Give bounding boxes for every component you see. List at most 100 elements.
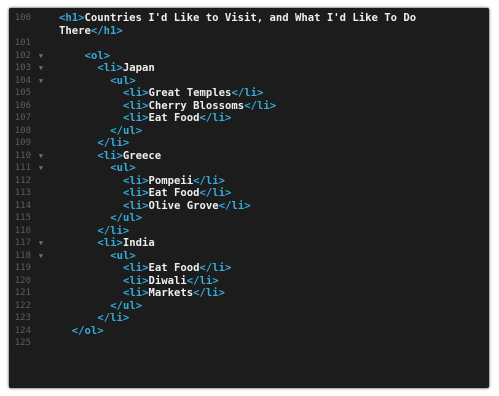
code-line[interactable]: 121 <li>Markets</li> bbox=[9, 287, 489, 300]
code-content: </ul> bbox=[110, 212, 142, 225]
fold-toggle-icon[interactable]: ▼ bbox=[36, 75, 46, 88]
html-tag-token: <li> bbox=[123, 87, 149, 99]
code-line[interactable]: 102 ▼ <ol> bbox=[9, 50, 489, 63]
line-number: 118 bbox=[14, 250, 31, 261]
text-token: Olive Grove bbox=[148, 199, 219, 212]
code-line[interactable]: 120 <li>Diwali</li> bbox=[9, 275, 489, 288]
code-line[interactable]: 115 </ul> bbox=[9, 212, 489, 225]
html-tag-token: <li> bbox=[97, 62, 123, 74]
code-line[interactable]: 105 <li>Great Temples</li> bbox=[9, 87, 489, 100]
code-line[interactable]: 103 ▼ <li>Japan bbox=[9, 62, 489, 75]
html-tag-token: <ol> bbox=[84, 49, 111, 62]
line-number: 111 bbox=[14, 163, 31, 173]
code-line[interactable]: 106 <li>Cherry Blossoms</li> bbox=[9, 100, 489, 113]
code-line[interactable]: 122 </ul> bbox=[9, 300, 489, 313]
code-line[interactable]: 117 ▼ <li>India bbox=[9, 237, 489, 250]
code-content: <li>Eat Food</li> bbox=[123, 262, 231, 275]
code-line[interactable]: 100 <h1>Countries I'd Like to Visit, and … bbox=[9, 12, 489, 25]
line-number: 114 bbox=[14, 200, 31, 211]
line-number: 117 bbox=[14, 238, 31, 248]
code-content: <li>Olive Grove</li> bbox=[123, 200, 251, 213]
code-content: <li>Eat Food</li> bbox=[123, 112, 231, 125]
code-line[interactable]: 104 ▼ <ul> bbox=[9, 75, 489, 88]
line-number: 110 bbox=[14, 150, 31, 161]
html-tag-token: </li> bbox=[199, 112, 232, 124]
html-tag-token: <ul> bbox=[110, 249, 136, 262]
line-number: 107 bbox=[14, 113, 31, 123]
code-content: </ul> bbox=[110, 125, 142, 138]
code-line[interactable]: 109 </li> bbox=[9, 137, 489, 150]
html-tag-token: <ul> bbox=[110, 162, 136, 174]
code-content: <li>Cherry Blossoms</li> bbox=[123, 100, 276, 113]
code-line[interactable]: 110 ▼ <li>Greece bbox=[9, 150, 489, 163]
text-token: Markets bbox=[148, 287, 194, 299]
code-line[interactable]: 114 <li>Olive Grove</li> bbox=[9, 200, 489, 213]
code-line[interactable]: 116 </li> bbox=[9, 225, 489, 238]
text-token: Eat Food bbox=[148, 262, 200, 274]
code-content: <li>Pompeii</li> bbox=[123, 175, 225, 188]
line-number: 106 bbox=[14, 100, 31, 111]
html-tag-token: <li> bbox=[123, 199, 149, 212]
code-line[interactable]: 113 <li>Eat Food</li> bbox=[9, 187, 489, 200]
line-number: 108 bbox=[14, 125, 31, 136]
code-editor[interactable]: 100 <h1>Countries I'd Like to Visit, and … bbox=[9, 8, 489, 388]
html-tag-token: <li> bbox=[123, 99, 149, 112]
line-number: 104 bbox=[14, 75, 31, 86]
html-tag-token: <ul> bbox=[110, 74, 136, 87]
html-tag-token: <li> bbox=[123, 287, 149, 299]
code-lines[interactable]: 100 <h1>Countries I'd Like to Visit, and … bbox=[9, 12, 489, 350]
html-tag-token: <li> bbox=[123, 174, 149, 187]
code-line[interactable]: There</h1> bbox=[9, 25, 489, 38]
fold-toggle-icon[interactable]: ▼ bbox=[36, 50, 46, 63]
text-token: Greece bbox=[122, 149, 162, 162]
fold-toggle-icon[interactable]: ▼ bbox=[36, 150, 46, 163]
code-line[interactable]: 101 bbox=[9, 37, 489, 50]
html-tag-token: </ol> bbox=[71, 324, 104, 337]
text-token: There bbox=[59, 24, 91, 37]
html-tag-token: </li> bbox=[199, 262, 232, 274]
code-line[interactable]: 124 </ol> bbox=[9, 325, 489, 338]
text-token: Diwali bbox=[148, 274, 187, 287]
code-content: <ol> bbox=[85, 50, 111, 63]
fold-toggle-icon[interactable]: ▼ bbox=[36, 162, 46, 175]
line-number: 112 bbox=[14, 175, 31, 186]
fold-toggle-icon[interactable]: ▼ bbox=[36, 62, 46, 75]
code-content: <ul> bbox=[110, 250, 136, 263]
code-line[interactable]: 119 <li>Eat Food</li> bbox=[9, 262, 489, 275]
text-token: Pompeii bbox=[148, 174, 194, 187]
line-number: 116 bbox=[14, 225, 31, 236]
html-tag-token: </ul> bbox=[110, 299, 143, 312]
html-tag-token: <li> bbox=[123, 262, 149, 274]
code-content: <ul> bbox=[110, 162, 136, 175]
code-content: <li>Eat Food</li> bbox=[123, 187, 231, 200]
code-line[interactable]: 111 ▼ <ul> bbox=[9, 162, 489, 175]
line-number: 115 bbox=[14, 213, 31, 223]
code-content: <li>Japan bbox=[97, 62, 154, 75]
code-line[interactable]: 108 </ul> bbox=[9, 125, 489, 138]
code-content: <li>Greece bbox=[97, 150, 161, 163]
fold-toggle-icon[interactable]: ▼ bbox=[36, 237, 46, 250]
line-number: 100 bbox=[14, 13, 31, 23]
html-tag-token: <li> bbox=[97, 237, 123, 249]
html-tag-token: </li> bbox=[186, 274, 219, 287]
html-tag-token: </li> bbox=[244, 99, 277, 112]
html-tag-token: </li> bbox=[193, 287, 226, 299]
code-line[interactable]: 118 ▼ <ul> bbox=[9, 250, 489, 263]
line-number: 124 bbox=[14, 325, 31, 336]
line-number: 122 bbox=[14, 300, 31, 311]
line-number: 101 bbox=[14, 38, 31, 48]
code-line[interactable]: 123 </li> bbox=[9, 312, 489, 325]
html-tag-token: </li> bbox=[199, 187, 232, 199]
html-tag-token: </li> bbox=[231, 87, 264, 99]
code-line[interactable]: 107 <li>Eat Food</li> bbox=[9, 112, 489, 125]
code-line[interactable]: 112 <li>Pompeii</li> bbox=[9, 175, 489, 188]
line-number: 123 bbox=[14, 313, 31, 323]
fold-toggle-icon[interactable]: ▼ bbox=[36, 250, 46, 263]
code-content: </li> bbox=[97, 137, 129, 150]
html-tag-token: </li> bbox=[97, 224, 130, 237]
line-number: 109 bbox=[14, 138, 31, 148]
code-content: </ul> bbox=[110, 300, 142, 313]
text-token: Eat Food bbox=[148, 187, 200, 199]
text-token: Eat Food bbox=[148, 112, 200, 124]
code-line[interactable]: 125 bbox=[9, 337, 489, 350]
